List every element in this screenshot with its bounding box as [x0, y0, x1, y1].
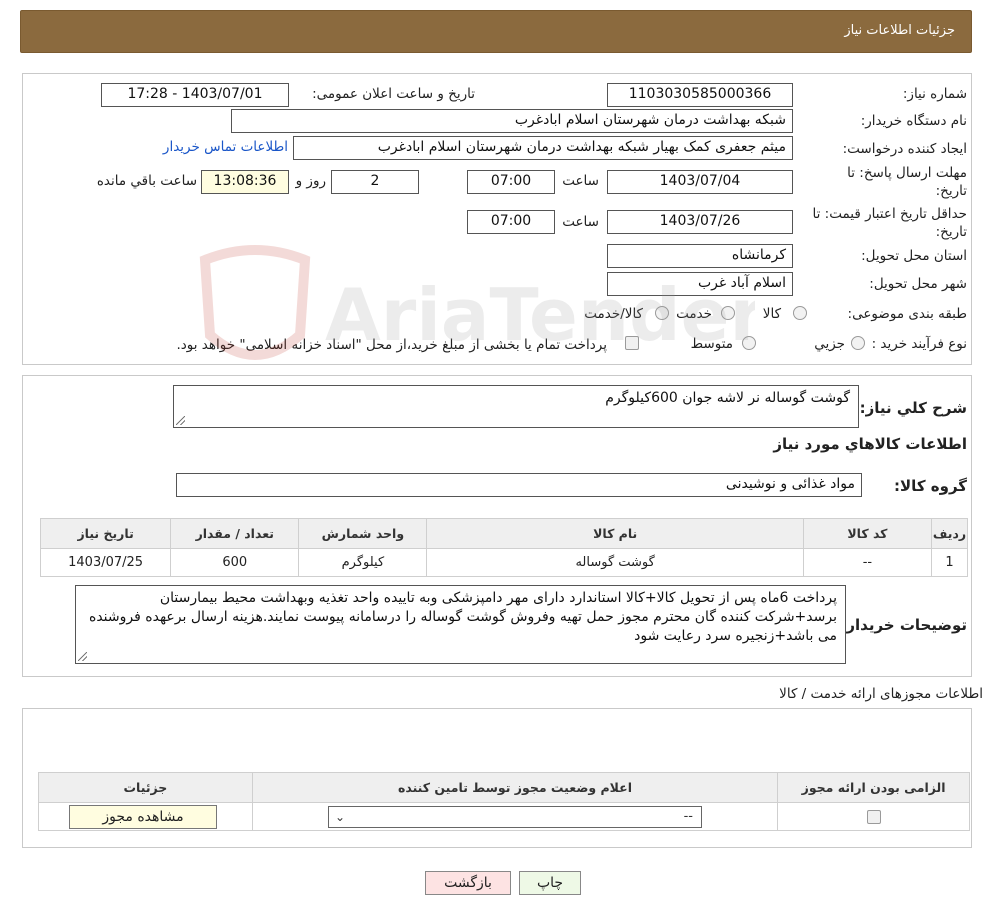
permit-status-value: --: [683, 809, 693, 824]
goods-table-header: ردیف کد کالا نام کالا واحد شمارش تعداد /…: [39, 518, 969, 549]
summary-text: گوشت گوساله نر لاشه جوان 600کیلوگرم: [605, 390, 850, 406]
remaining-time-label: ساعت باقي مانده: [96, 173, 197, 189]
resize-grip-icon[interactable]: [176, 416, 185, 425]
col-row: ردیف: [930, 518, 969, 549]
cell-need-date: 1403/07/25: [39, 548, 172, 577]
category-option-goods: کالا: [762, 306, 781, 322]
resize-grip-icon[interactable]: [78, 652, 87, 661]
province-field: کرمانشاه: [607, 244, 793, 268]
category-radio-service[interactable]: [721, 306, 735, 320]
treasury-payment-checkbox[interactable]: [625, 336, 639, 350]
remaining-days-label: روز و: [295, 173, 326, 189]
deadline-time-field: 07:00: [467, 170, 555, 194]
col-permit-required: الزامی بودن ارائه مجوز: [777, 772, 970, 803]
permits-table-header: الزامی بودن ارائه مجوز اعلام وضعیت مجوز …: [38, 772, 970, 803]
cell-quantity: 600: [170, 548, 300, 577]
process-option-medium: متوسط: [690, 336, 733, 352]
validity-time-field: 07:00: [467, 210, 555, 234]
validity-time-label: ساعت: [562, 214, 599, 230]
announce-datetime-label: تاریخ و ساعت اعلان عمومی:: [312, 86, 475, 102]
process-option-minor: جزیي: [814, 336, 845, 352]
category-option-service: خدمت: [676, 306, 712, 322]
view-permit-button[interactable]: مشاهده مجوز: [69, 805, 217, 829]
summary-label: شرح کلي نیاز:: [859, 399, 967, 417]
category-label: طبقه بندی موضوعی:: [847, 306, 967, 322]
deadline-date-field: 1403/07/04: [607, 170, 793, 194]
buyer-org-field: شبکه بهداشت درمان شهرستان اسلام ابادغرب: [231, 109, 793, 133]
deadline-label-date: تاریخ:: [935, 183, 967, 199]
deadline-label: مهلت ارسال پاسخ: تا: [847, 165, 967, 181]
validity-date-field: 1403/07/26: [607, 210, 793, 234]
page-title: جزئیات اطلاعات نیاز: [844, 23, 955, 38]
permit-status-select[interactable]: -- ⌄: [328, 806, 702, 828]
category-radio-goods-service[interactable]: [655, 306, 669, 320]
validity-label-date: تاریخ:: [935, 224, 967, 240]
buyer-contact-link[interactable]: اطلاعات تماس خریدار: [163, 139, 288, 155]
col-code: کد کالا: [802, 518, 932, 549]
requester-label: ایجاد کننده درخواست:: [842, 141, 967, 157]
city-field: اسلام آباد غرب: [607, 272, 793, 296]
table-row: 1 -- گوشت گوساله کیلوگرم 600 1403/07/25: [39, 548, 969, 577]
permits-section-title: اطلاعات مجوزهای ارائه خدمت / کالا: [779, 686, 983, 702]
treasury-payment-note: پرداخت تمام یا بخشی از مبلغ خرید،از محل …: [176, 337, 607, 353]
cell-code: --: [802, 548, 932, 577]
chevron-down-icon: ⌄: [335, 810, 346, 824]
category-radio-goods[interactable]: [793, 306, 807, 320]
col-permit-details: جزئیات: [38, 772, 253, 803]
buyer-notes-label: توضیحات خریدار:: [840, 616, 967, 634]
goods-group-field: مواد غذائی و نوشیدنی: [176, 473, 862, 497]
col-permit-status: اعلام وضعیت مجوز توسط تامین کننده: [251, 772, 779, 803]
summary-textarea: گوشت گوساله نر لاشه جوان 600کیلوگرم: [173, 385, 859, 428]
category-option-goods-service: کالا/خدمت: [584, 306, 643, 322]
process-radio-medium[interactable]: [742, 336, 756, 350]
process-type-label: نوع فرآیند خرید :: [871, 336, 967, 352]
buyer-notes-textarea: پرداخت 6ماه پس از تحویل کالا+کالا استاند…: [75, 585, 846, 664]
buyer-notes-text: پرداخت 6ماه پس از تحویل کالا+کالا استاند…: [89, 590, 837, 644]
deadline-time-label: ساعت: [562, 173, 599, 189]
process-radio-minor[interactable]: [851, 336, 865, 350]
col-unit: واحد شمارش: [298, 518, 428, 549]
remaining-time-field: 13:08:36: [201, 170, 289, 194]
province-label: استان محل تحویل:: [861, 248, 967, 264]
requester-field: میثم جعفری کمک بهیار شبکه بهداشت درمان ش…: [293, 136, 793, 160]
cell-row: 1: [930, 548, 969, 577]
need-number-field: 1103030585000366: [607, 83, 793, 107]
cell-permit-required: [777, 802, 970, 831]
cell-unit: کیلوگرم: [298, 548, 428, 577]
validity-label: حداقل تاریخ اعتبار قیمت: تا: [812, 206, 967, 222]
city-label: شهر محل تحویل:: [869, 276, 967, 292]
goods-group-label: گروه کالا:: [894, 477, 967, 495]
col-quantity: تعداد / مقدار: [170, 518, 300, 549]
goods-table: ردیف کد کالا نام کالا واحد شمارش تعداد /…: [39, 518, 969, 577]
need-number-label: شماره نیاز:: [902, 86, 967, 102]
permit-required-checkbox: [866, 809, 881, 824]
announce-datetime-field: 1403/07/01 - 17:28: [101, 83, 289, 107]
print-button[interactable]: چاپ: [519, 871, 581, 895]
buyer-org-label: نام دستگاه خریدار:: [860, 113, 967, 129]
remaining-days-field: 2: [331, 170, 419, 194]
cell-name: گوشت گوساله: [426, 548, 804, 577]
back-button[interactable]: بازگشت: [425, 871, 511, 895]
col-name: نام کالا: [426, 518, 804, 549]
goods-info-title: اطلاعات کالاهاي مورد نیاز: [773, 435, 967, 453]
page-header: جزئیات اطلاعات نیاز: [20, 10, 972, 53]
col-need-date: تاریخ نیاز: [39, 518, 172, 549]
